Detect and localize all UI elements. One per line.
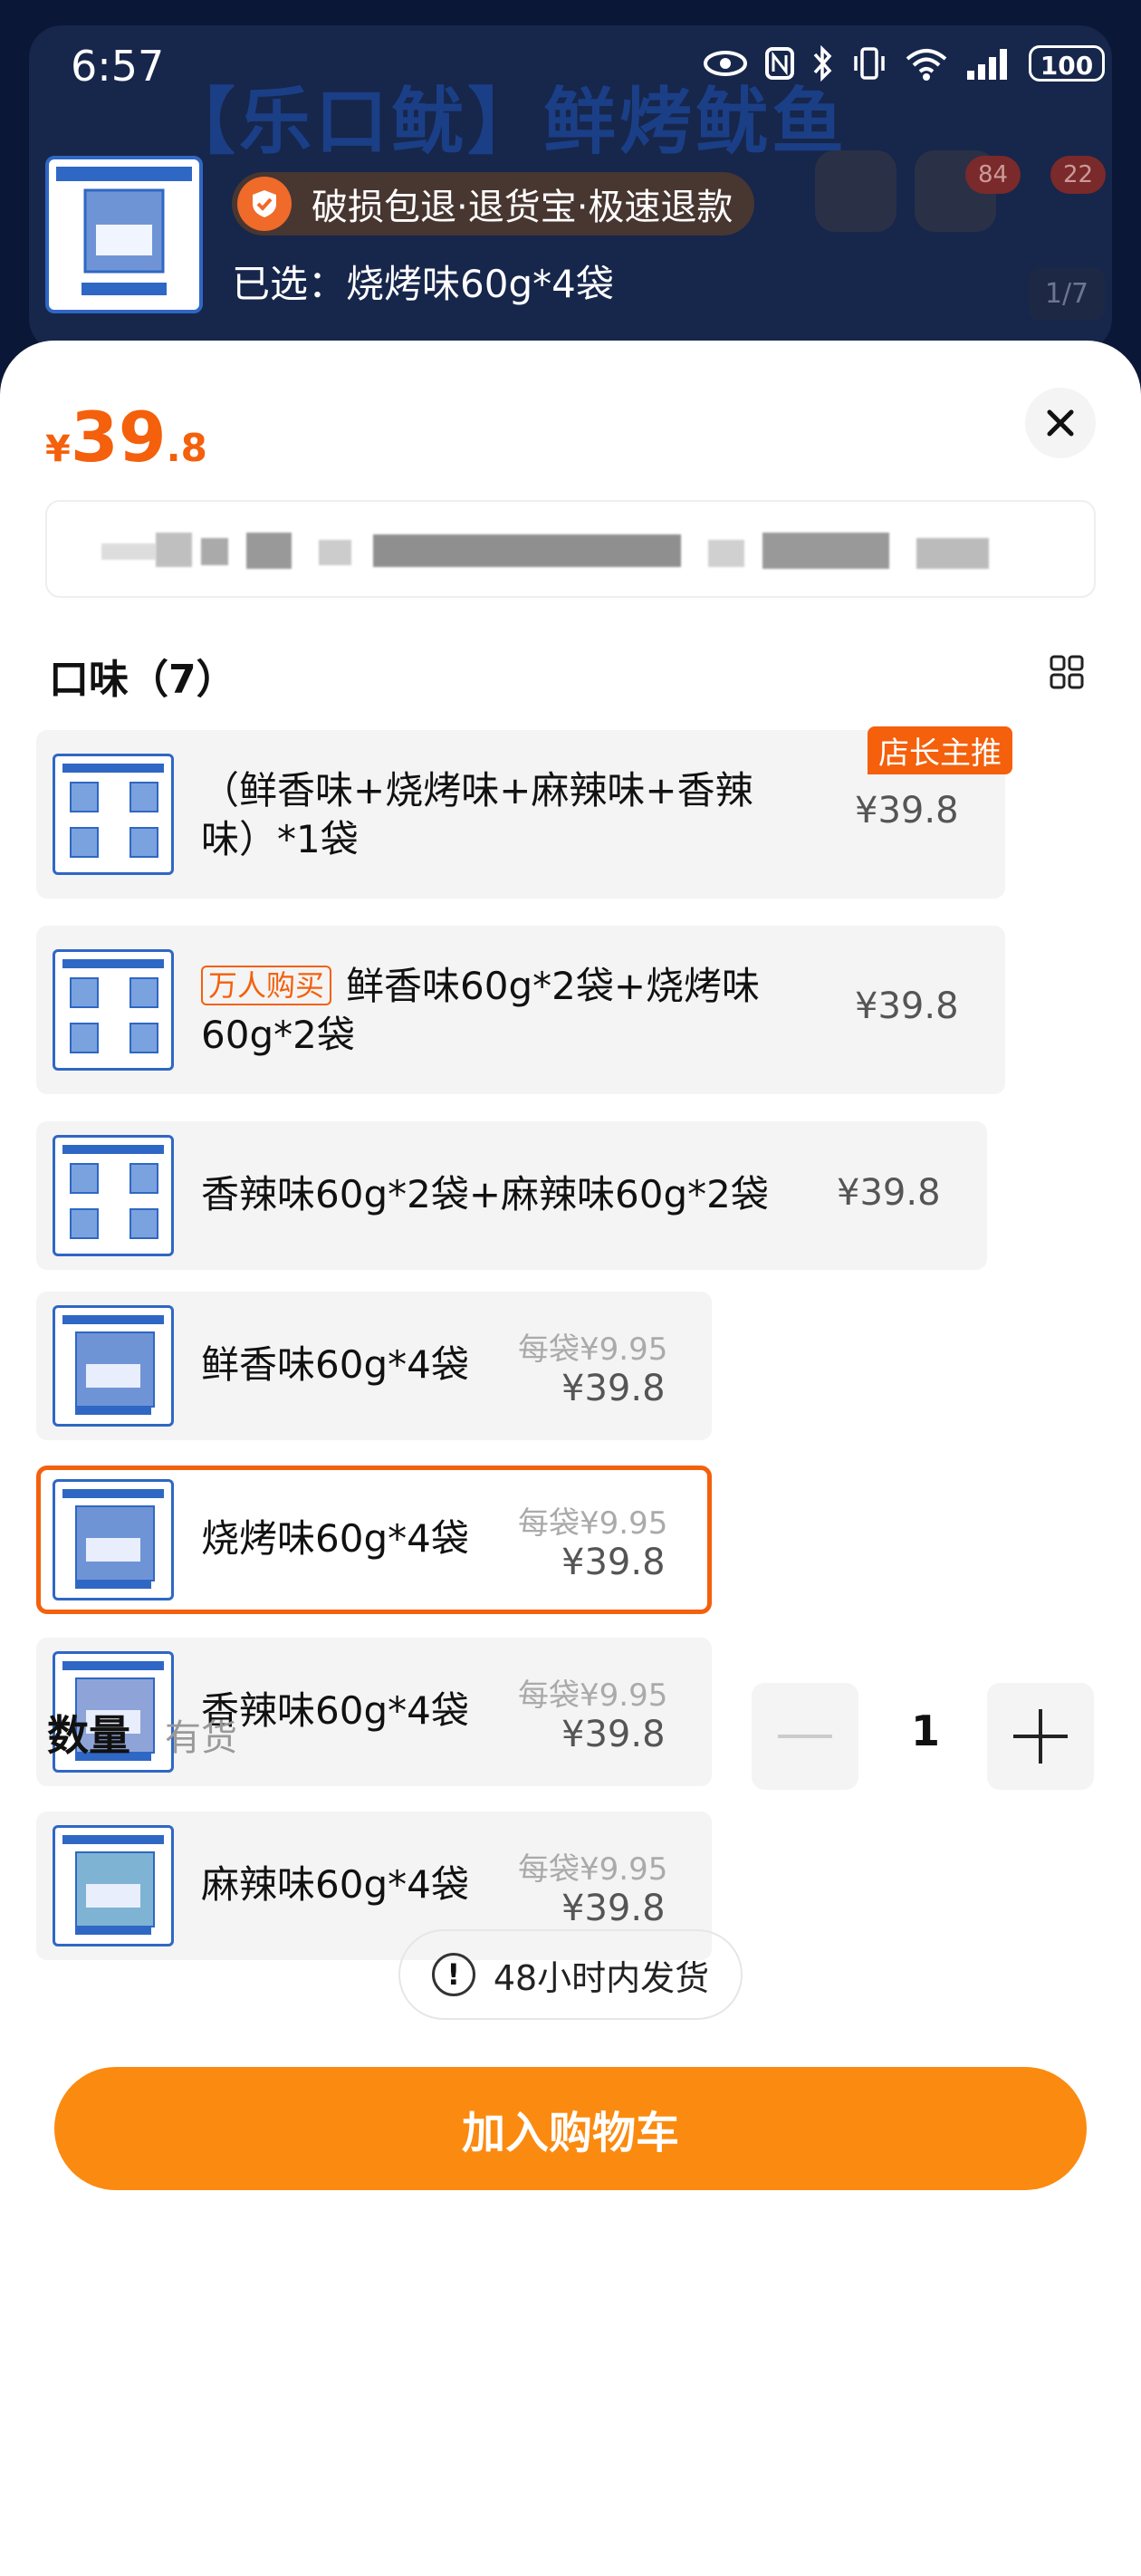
- signal-icon: [967, 49, 1007, 80]
- option-name-wrap: 万人购买 鲜香味60g*2袋+烧烤味60g*2袋: [201, 962, 817, 1060]
- option-thumbnail: [53, 949, 174, 1071]
- option-name: （鲜香味+烧烤味+麻辣味+香辣味）*1袋: [201, 768, 753, 861]
- selected-variant-text: 已选：烧烤味60g*4袋: [232, 262, 614, 306]
- option-price: ¥39.8: [561, 1368, 666, 1409]
- option-per-bag-price: 每袋¥9.95: [518, 1851, 668, 1888]
- price-display: ¥39.8: [45, 397, 207, 477]
- plus-icon: [1013, 1709, 1068, 1764]
- price-currency: ¥: [45, 428, 71, 470]
- status-time: 6:57: [71, 42, 165, 91]
- shop-recommend-badge: 店长主推: [868, 726, 1012, 774]
- message-badge: 22: [1050, 156, 1107, 194]
- grid-view-icon[interactable]: [1049, 654, 1085, 690]
- quantity-value[interactable]: 1: [911, 1706, 940, 1755]
- close-icon: [1047, 409, 1074, 437]
- option-name: 麻辣味60g*4袋: [201, 1862, 469, 1907]
- option-name: 烧烤味60g*4袋: [201, 1516, 469, 1561]
- quantity-label: 数量: [47, 1711, 130, 1760]
- option-price: ¥39.8: [561, 1888, 666, 1929]
- option-price: ¥39.8: [561, 1714, 666, 1755]
- option-thumbnail: [53, 1479, 174, 1600]
- option-price: ¥39.8: [561, 1542, 666, 1583]
- nfc-icon: [765, 47, 794, 80]
- image-counter: 1/7: [1029, 268, 1105, 321]
- bluetooth-icon: [813, 45, 832, 82]
- shipping-notice: ! 48小时内发货: [398, 1929, 743, 2020]
- option-per-bag-price: 每袋¥9.95: [518, 1677, 668, 1714]
- option-name: 鲜香味60g*4袋: [201, 1342, 469, 1387]
- price-decimal: .8: [166, 426, 207, 470]
- option-name: 香辣味60g*2袋+麻辣味60g*2袋: [201, 1172, 769, 1216]
- share-icon: [815, 150, 896, 232]
- flavor-option-shaokao-4-selected[interactable]: 烧烤味60g*4袋 每袋¥9.95 ¥39.8: [36, 1466, 712, 1614]
- option-thumbnail: [53, 754, 174, 875]
- shield-check-icon: [237, 177, 292, 231]
- shipping-notice-text: 48小时内发货: [493, 1957, 710, 1998]
- flavor-option-xiangla-4[interactable]: 香辣味60g*4袋 每袋¥9.95 ¥39.8: [36, 1638, 712, 1786]
- option-per-bag-price: 每袋¥9.95: [518, 1505, 668, 1542]
- add-to-cart-button[interactable]: 加入购物车: [54, 2067, 1087, 2190]
- decrease-quantity-button[interactable]: [752, 1683, 858, 1790]
- vibrate-icon: [854, 47, 885, 80]
- price-integer: 39: [70, 397, 167, 477]
- option-name: 香辣味60g*4袋: [201, 1688, 469, 1733]
- minus-icon: [778, 1735, 832, 1738]
- cart-badge: 84: [965, 156, 1021, 194]
- delivery-address-field[interactable]: [45, 500, 1096, 598]
- guarantee-banner: 破损包退·退货宝·极速退款: [232, 172, 755, 235]
- flavor-option-xianxiang-shaokao[interactable]: 万人购买 鲜香味60g*2袋+烧烤味60g*2袋 ¥39.8: [36, 926, 1005, 1094]
- selected-product-thumbnail: [45, 156, 203, 313]
- sku-selector-sheet: ¥39.8 口味（7） （鲜香味+烧烤味+麻辣味+香辣味）*1袋 ¥39.8 店…: [0, 341, 1141, 2576]
- info-exclamation-icon: !: [431, 1953, 475, 1996]
- flavor-option-xianxiang-4[interactable]: 鲜香味60g*4袋 每袋¥9.95 ¥39.8: [36, 1292, 712, 1440]
- close-button[interactable]: [1025, 388, 1096, 458]
- option-thumbnail: [53, 1305, 174, 1427]
- option-price: ¥39.8: [855, 985, 959, 1027]
- flavor-option-xianglа-mala[interactable]: 香辣味60g*2袋+麻辣味60g*2袋 ¥39.8: [36, 1121, 987, 1270]
- option-price: ¥39.8: [855, 790, 959, 831]
- popular-tag: 万人购买: [201, 966, 332, 1005]
- stock-status: 有货: [165, 1717, 237, 1759]
- flavor-section-title: 口味（7）: [49, 657, 236, 703]
- battery-indicator: 100: [1029, 45, 1105, 82]
- option-thumbnail: [53, 1825, 174, 1946]
- status-icons: 100: [703, 45, 1105, 82]
- status-bar: 6:57 100: [0, 36, 1141, 109]
- option-thumbnail: [53, 1135, 174, 1256]
- guarantee-text: 破损包退·退货宝·极速退款: [312, 187, 734, 228]
- eye-icon: [704, 51, 747, 76]
- flavor-option-mixed-4[interactable]: （鲜香味+烧烤味+麻辣味+香辣味）*1袋 ¥39.8 店长主推: [36, 726, 1012, 899]
- option-price: ¥39.8: [837, 1172, 941, 1214]
- wifi-icon: [906, 49, 947, 81]
- increase-quantity-button[interactable]: [987, 1683, 1094, 1790]
- option-per-bag-price: 每袋¥9.95: [518, 1331, 668, 1368]
